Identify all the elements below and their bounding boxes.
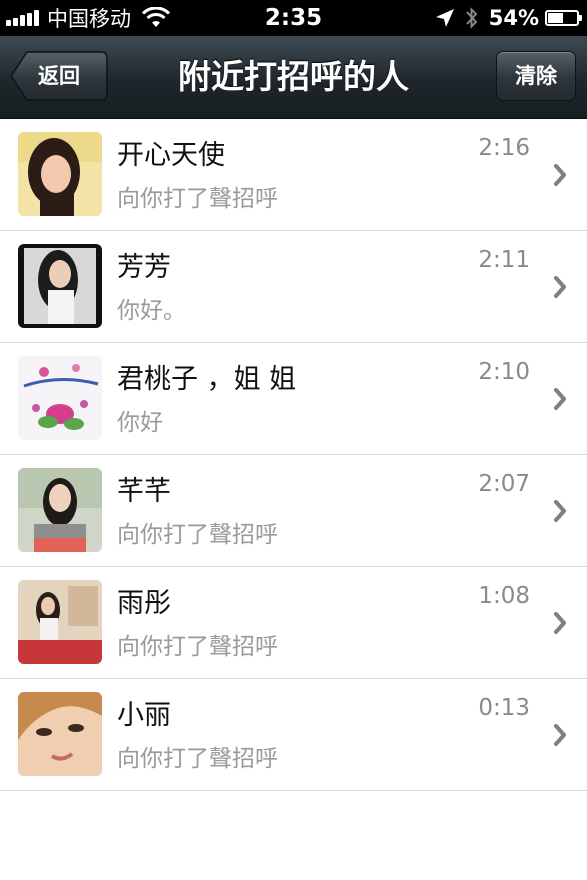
clear-button[interactable]: 清除: [496, 51, 576, 101]
bluetooth-icon: [465, 7, 478, 29]
greeting-message: 你好。: [117, 298, 186, 324]
list-item[interactable]: 小丽 0:13 向你打了聲招呼: [0, 679, 587, 791]
list-item[interactable]: 雨彤 1:08 向你打了聲招呼: [0, 567, 587, 679]
avatar: [18, 468, 102, 552]
contact-name: 雨彤: [117, 588, 171, 619]
greeting-message: 你好: [117, 410, 163, 436]
chevron-right-icon: [554, 724, 566, 746]
contact-name: 芊芊: [117, 476, 171, 507]
greeting-time: 2:16: [478, 135, 530, 161]
avatar: [18, 692, 102, 776]
list-item[interactable]: 开心天使 2:16 向你打了聲招呼: [0, 119, 587, 231]
contact-name: 芳芳: [117, 252, 171, 283]
list-item[interactable]: 芊芊 2:07 向你打了聲招呼: [0, 455, 587, 567]
chevron-right-icon: [554, 276, 566, 298]
chevron-right-icon: [554, 388, 566, 410]
greeting-message: 向你打了聲招呼: [117, 186, 278, 212]
greeting-time: 2:07: [478, 471, 530, 497]
greeting-time: 2:11: [478, 247, 530, 273]
chevron-right-icon: [554, 612, 566, 634]
greeting-message: 向你打了聲招呼: [117, 522, 278, 548]
greeting-time: 2:10: [478, 359, 530, 385]
list-item[interactable]: 芳芳 2:11 你好。: [0, 231, 587, 343]
greeting-time: 1:08: [478, 583, 530, 609]
avatar: [18, 356, 102, 440]
contact-name: 开心天使: [117, 140, 225, 171]
navigation-bar: 返回 附近打招呼的人 清除: [0, 36, 587, 119]
contact-name: 小丽: [117, 700, 171, 731]
greeting-message: 向你打了聲招呼: [117, 634, 278, 660]
status-bar: 中国移动 2:35 54%: [0, 0, 587, 36]
battery-icon: [545, 10, 582, 26]
location-arrow-icon: [435, 9, 454, 27]
greeting-time: 0:13: [478, 695, 530, 721]
chevron-right-icon: [554, 164, 566, 186]
avatar: [18, 244, 102, 328]
battery-percent: 54%: [488, 6, 539, 30]
list-item[interactable]: 君桃子 ，姐 姐 2:10 你好: [0, 343, 587, 455]
avatar: [18, 580, 102, 664]
avatar: [18, 132, 102, 216]
contact-name: 君桃子 ，姐 姐: [117, 364, 297, 395]
greetings-list: 开心天使 2:16 向你打了聲招呼 芳芳 2:11 你好。 君桃子 ，姐 姐 2…: [0, 119, 587, 791]
chevron-right-icon: [554, 500, 566, 522]
greeting-message: 向你打了聲招呼: [117, 746, 278, 772]
